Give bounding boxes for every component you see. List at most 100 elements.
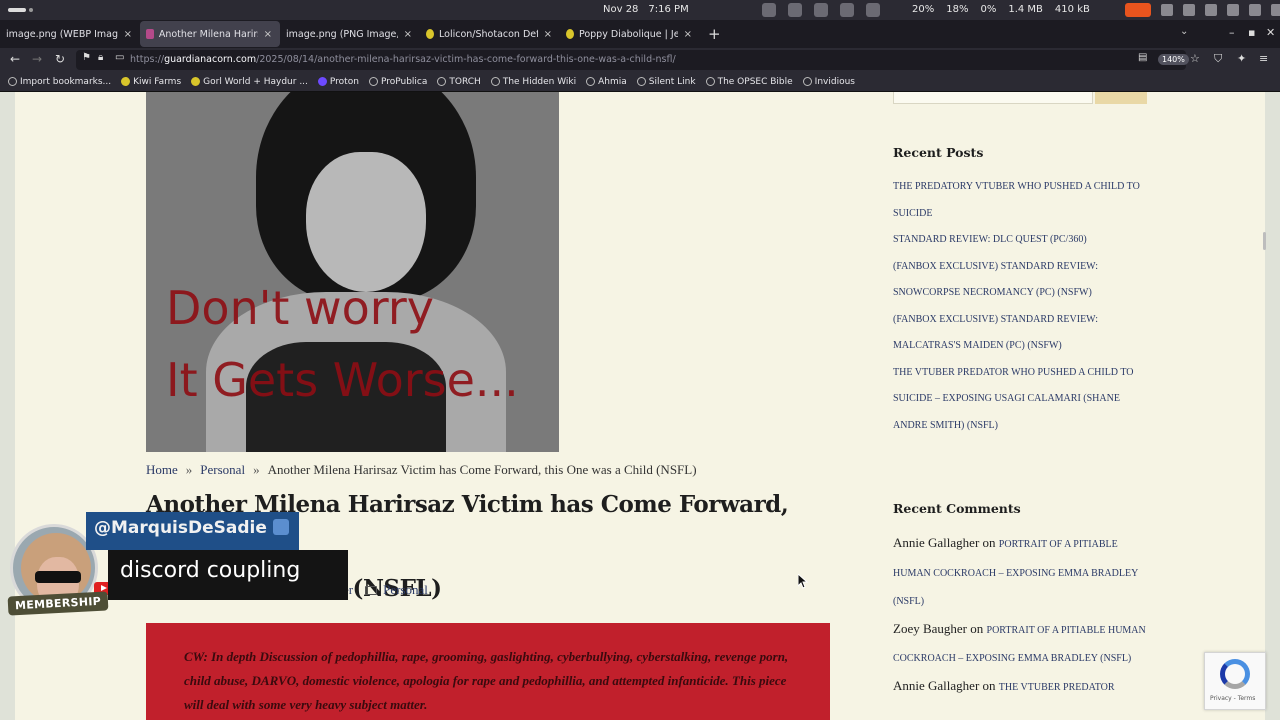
breadcrumb-home[interactable]: Home xyxy=(146,462,178,477)
maximize-icon[interactable]: ▪ xyxy=(1248,26,1255,39)
category-link[interactable]: Personal xyxy=(383,582,428,597)
bookmark-opsec-bible[interactable]: The OPSEC Bible xyxy=(705,76,793,87)
firefox-icon[interactable] xyxy=(1183,4,1195,16)
clock[interactable]: Nov 28 7:16 PM xyxy=(603,4,699,15)
close-icon[interactable]: × xyxy=(684,29,692,40)
close-icon[interactable]: × xyxy=(264,29,272,40)
bookmark-ahmia[interactable]: Ahmia xyxy=(586,77,627,87)
tab-lolicon-defense[interactable]: Lolicon/Shotacon Defense × xyxy=(420,21,560,47)
tray-app-icon[interactable] xyxy=(814,3,828,17)
url-text: https://guardianacorn.com/2025/08/14/ano… xyxy=(130,54,676,65)
recent-post-link[interactable]: STANDARD REVIEW: DLC QUEST (PC/360) xyxy=(893,227,1148,254)
reload-button[interactable]: ↻ xyxy=(55,52,65,66)
bookmark-torch[interactable]: TORCH xyxy=(437,76,481,87)
back-button[interactable]: ← xyxy=(10,52,20,66)
comment-post-link[interactable]: THE VTUBER PREDATOR xyxy=(999,682,1115,693)
kiwi-icon xyxy=(121,77,131,86)
web-page: Don't worry It Gets Worse... Home » Person… xyxy=(0,92,1280,720)
tab-image-webp[interactable]: image.png (WEBP Image, 430 × xyxy=(0,21,140,47)
globe-icon xyxy=(802,77,812,86)
import-icon xyxy=(8,77,17,86)
menu-icon[interactable]: ≡ xyxy=(1259,52,1268,65)
tray-app-icon[interactable] xyxy=(762,3,776,17)
shield-icon[interactable]: ⛉ xyxy=(1214,52,1222,66)
url-scheme: https:// xyxy=(130,54,165,65)
tab-strip: image.png (WEBP Image, 430 × Another Mile… xyxy=(0,20,1280,48)
bookmark-label: TORCH xyxy=(449,76,481,87)
recaptcha-text[interactable]: Privacy - Terms xyxy=(1210,695,1255,702)
breadcrumb-category[interactable]: Personal xyxy=(200,462,245,477)
kiwi-favicon-icon xyxy=(566,29,574,39)
member-badge-icon xyxy=(272,519,289,535)
comment-author: Zoey Baugher xyxy=(893,620,968,636)
bookmark-label: ProPublica xyxy=(380,76,428,87)
recaptcha-icon xyxy=(1220,659,1250,689)
close-icon[interactable]: × xyxy=(544,29,552,40)
tab-title: Lolicon/Shotacon Defense xyxy=(439,28,538,40)
bookmark-label: The OPSEC Bible xyxy=(717,76,793,87)
tray-app-icon[interactable] xyxy=(866,3,880,17)
recent-post-link[interactable]: (FANBOX EXCLUSIVE) STANDARD REVIEW: MALC… xyxy=(893,307,1148,360)
bookmark-proton[interactable]: Proton xyxy=(317,77,359,87)
recaptcha-badge[interactable]: Privacy - Terms xyxy=(1204,652,1266,710)
forward-button[interactable]: → xyxy=(32,52,42,66)
tab-current-article[interactable]: Another Milena Harirsaz Vi × xyxy=(140,21,280,47)
featured-image[interactable]: Don't worry It Gets Worse... xyxy=(146,92,559,452)
close-icon[interactable]: × xyxy=(404,29,412,40)
recent-post-link[interactable]: (FANBOX EXCLUSIVE) STANDARD REVIEW: SNOW… xyxy=(893,254,1148,307)
list-tabs-chevron-icon[interactable]: ⌄ xyxy=(1180,26,1188,37)
content-warning-text: CW: In depth Discussion of pedophillia, … xyxy=(184,649,789,712)
zoom-indicator[interactable]: 140% xyxy=(1158,54,1189,65)
extension-icon[interactable]: ⚑ xyxy=(82,52,91,63)
bookmark-hidden-wiki[interactable]: The Hidden Wiki xyxy=(490,76,577,87)
recent-posts-heading: Recent Posts xyxy=(893,145,984,160)
bookmark-gorl-world[interactable]: Gorl World + Haydur ... xyxy=(191,77,308,87)
bookmark-label: The Hidden Wiki xyxy=(502,76,577,87)
tab-image-png[interactable]: image.png (PNG Image, 1150 × xyxy=(280,21,420,47)
bluetooth-icon[interactable] xyxy=(1227,4,1239,16)
page-info-icon[interactable]: ▭ xyxy=(115,52,124,63)
comment-author: Annie Gallagher xyxy=(893,677,980,693)
search-button[interactable] xyxy=(1095,92,1147,104)
new-tab-button[interactable]: + xyxy=(708,25,721,43)
bookmark-import[interactable]: Import bookmarks... xyxy=(8,77,111,87)
screen-share-icon[interactable] xyxy=(1125,3,1151,17)
close-icon[interactable]: × xyxy=(124,29,132,40)
volume-icon[interactable] xyxy=(1271,4,1280,16)
chat-message: discord coupling xyxy=(108,550,348,600)
bookmark-invidious[interactable]: Invidious xyxy=(802,76,855,87)
recent-post-link[interactable]: THE PREDATORY VTUBER WHO PUSHED A CHILD … xyxy=(893,174,1148,227)
bookmark-label: Invidious xyxy=(814,76,855,87)
search-input[interactable] xyxy=(893,92,1093,104)
ahmia-icon xyxy=(586,77,596,86)
accessibility-icon[interactable] xyxy=(1161,4,1173,16)
page-scrollbar[interactable] xyxy=(1263,232,1266,250)
workspace-indicator[interactable] xyxy=(8,8,26,12)
bookmark-star-icon[interactable]: ☆ xyxy=(1190,52,1200,65)
recent-comment: Zoey Baugher on PORTRAIT OF A PITIABLE H… xyxy=(893,616,1148,673)
reader-view-icon[interactable]: ▤ xyxy=(1138,52,1147,63)
recent-post-link[interactable]: THE VTUBER PREDATOR WHO PUSHED A CHILD T… xyxy=(893,360,1148,440)
comment-on: on xyxy=(970,620,984,636)
lock-icon[interactable]: 🔒︎ xyxy=(98,52,103,63)
system-stats: 20% 18% 0% 1.4 MB 410 kB xyxy=(912,4,1090,15)
window-close-icon[interactable]: ✕ xyxy=(1266,26,1275,39)
workspace-dot[interactable] xyxy=(29,8,33,12)
wiki-icon xyxy=(490,77,500,86)
folder-icon xyxy=(365,586,378,595)
bookmark-propublica[interactable]: ProPublica xyxy=(368,76,428,87)
upload-stat: 1.4 MB xyxy=(1008,4,1043,15)
bookmark-silent-link[interactable]: Silent Link xyxy=(636,77,696,87)
tab-poppy-diabolique[interactable]: Poppy Diabolique | Jessica × xyxy=(560,21,700,47)
tray-app-icon[interactable] xyxy=(788,3,802,17)
bookmark-kiwi-farms[interactable]: Kiwi Farms xyxy=(121,77,181,87)
globe-icon xyxy=(705,77,715,86)
extensions-icon[interactable]: ✦ xyxy=(1237,52,1246,65)
tray-app-icon[interactable] xyxy=(840,3,854,17)
date-label: Nov 28 xyxy=(603,4,639,15)
minimize-icon[interactable]: – xyxy=(1229,26,1235,39)
chat-username: @MarquisDeSadie xyxy=(86,512,299,550)
notifications-icon[interactable] xyxy=(1249,4,1261,16)
network-icon[interactable] xyxy=(1205,4,1217,16)
link-icon xyxy=(636,77,646,86)
